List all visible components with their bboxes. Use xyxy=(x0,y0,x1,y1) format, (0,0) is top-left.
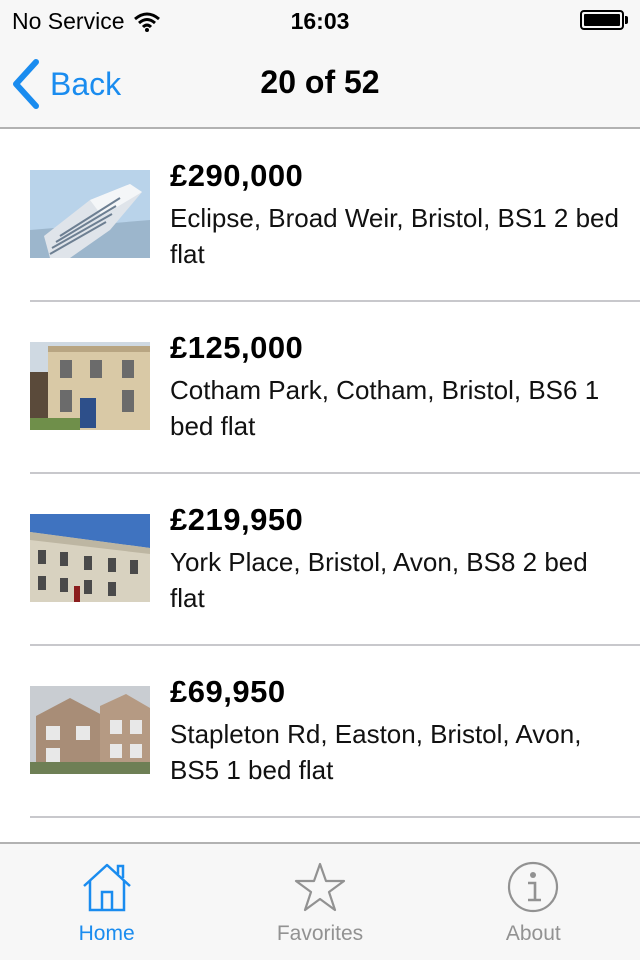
info-icon xyxy=(508,861,559,913)
listing-description: Cotham Park, Cotham, Bristol, BS6 1 bed … xyxy=(170,375,600,441)
terrace-photo xyxy=(30,514,150,602)
tab-home[interactable]: Home xyxy=(0,844,213,960)
navigation-bar: Back 20 of 52 xyxy=(0,40,640,129)
listing-price: £219,950 xyxy=(170,502,304,537)
star-icon xyxy=(294,862,346,912)
house-icon xyxy=(82,863,131,912)
tab-label: About xyxy=(505,922,561,945)
list-item[interactable]: £125,000 Cotham Park, Cotham, Bristol, B… xyxy=(0,302,640,474)
status-bar: No Service 16:03 xyxy=(0,0,640,40)
listing-price: £69,950 xyxy=(170,674,286,709)
tab-label: Home xyxy=(78,922,135,945)
tab-about[interactable]: About xyxy=(427,844,640,960)
list-item[interactable]: £69,950 Stapleton Rd, Easton, Bristol, A… xyxy=(0,646,640,818)
list-item[interactable]: £290,000 Eclipse, Broad Weir, Bristol, B… xyxy=(0,130,640,302)
listing-description: York Place, Bristol, Avon, BS8 2 bed fla… xyxy=(170,547,588,613)
brick-flats-photo xyxy=(30,686,150,774)
listing-description: Eclipse, Broad Weir, Bristol, BS1 2 bed … xyxy=(170,203,619,269)
listing-price: £125,000 xyxy=(170,330,304,365)
list-item[interactable]: £219,950 York Place, Bristol, Avon, BS8 … xyxy=(0,474,640,646)
listing-list[interactable]: £290,000 Eclipse, Broad Weir, Bristol, B… xyxy=(0,130,640,842)
clock: 16:03 xyxy=(290,8,350,34)
battery-icon xyxy=(580,10,628,30)
page-title: 20 of 52 xyxy=(260,64,380,100)
listing-description: Stapleton Rd, Easton, Bristol, Avon, BS5… xyxy=(170,719,582,785)
listing-price: £290,000 xyxy=(170,158,304,193)
tab-label: Favorites xyxy=(276,922,364,945)
tab-bar: Home Favorites About xyxy=(0,842,640,960)
tower-block-photo xyxy=(30,170,150,258)
georgian-house-photo xyxy=(30,342,150,430)
tab-favorites[interactable]: Favorites xyxy=(213,844,426,960)
screen: No Service 16:03 Back 20 of 52 £290,000 … xyxy=(0,0,640,960)
